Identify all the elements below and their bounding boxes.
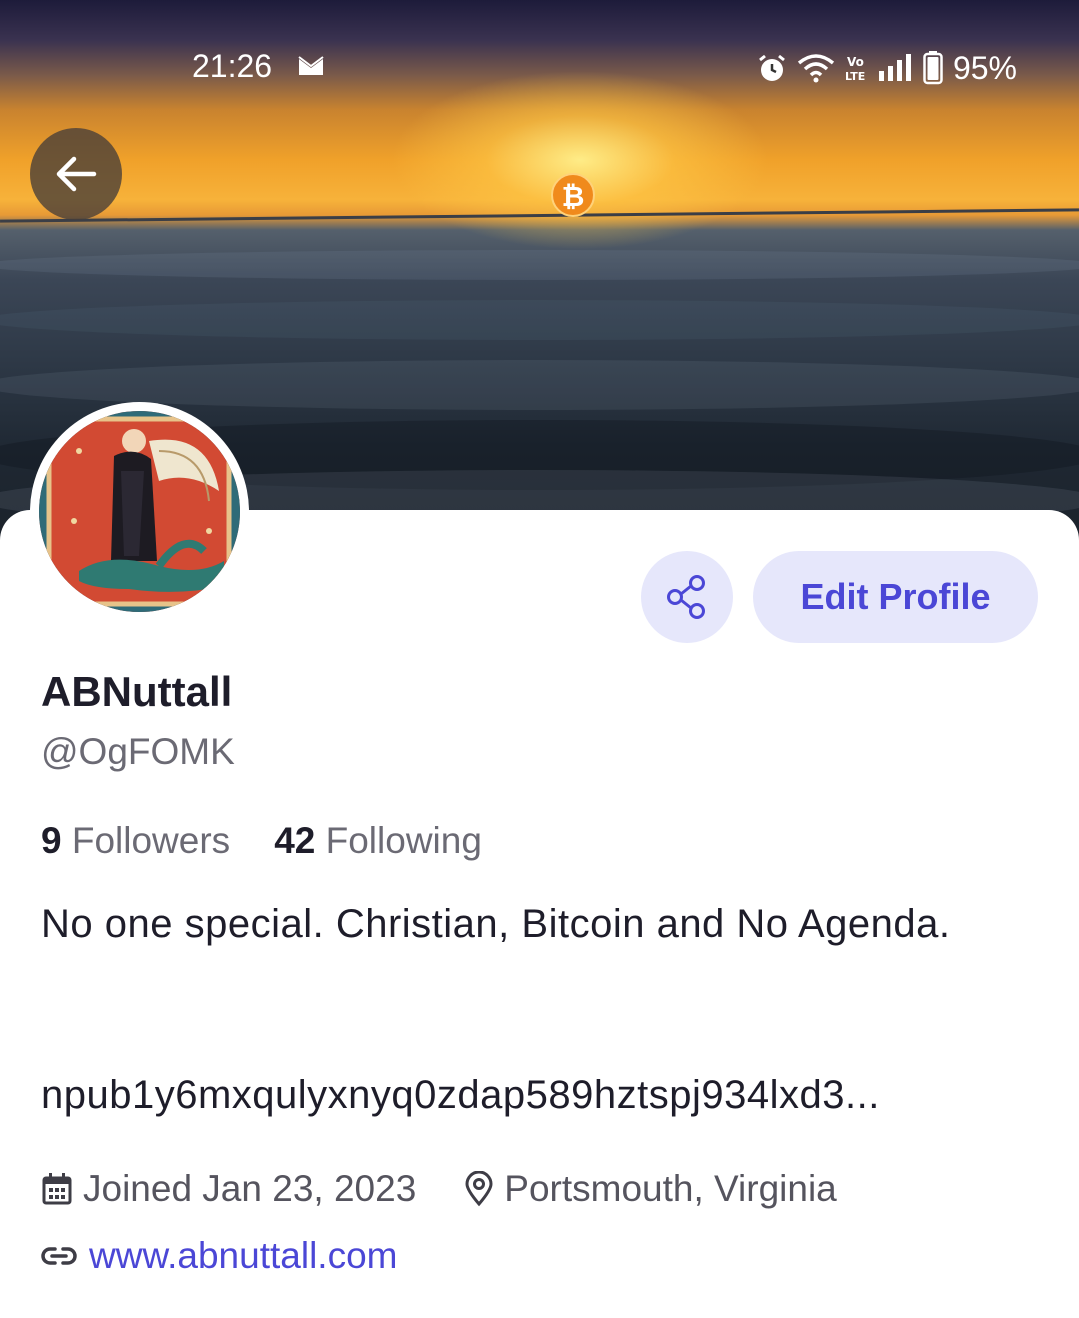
wave [0,360,1079,410]
alarm-icon [759,54,785,81]
bio-text: No one special. Christian, Bitcoin and N… [41,902,951,946]
bitcoin-icon: ₿ [551,173,595,217]
following-count: 42 [274,820,316,861]
handle: @OgFOMK [41,731,235,772]
joined-date: Joined Jan 23, 2023 [41,1168,416,1210]
wave [0,300,1079,340]
share-button[interactable] [641,551,733,643]
follow-stats: 9 Followers 42 Following [41,820,482,862]
website-row: www.abnuttall.com [41,1235,397,1277]
share-icon [667,575,705,619]
profile-meta: Joined Jan 23, 2023 Portsmouth, Virginia [41,1168,837,1210]
status-right-icons: Vo LTE 95% [757,48,1017,88]
avatar-image [39,411,240,612]
arrow-left-icon [56,156,97,192]
website-link[interactable]: www.abnuttall.com [89,1235,397,1277]
signal-icon [878,54,911,81]
followers-label: Followers [71,820,231,861]
location: Portsmouth, Virginia [464,1168,837,1210]
wave [0,250,1079,280]
volte-icon: Vo LTE [845,55,865,83]
display-name: ABNuttall [41,668,233,715]
gmail-icon [298,56,324,75]
following-link[interactable]: 42 Following [274,820,482,862]
following-label: Following [325,820,482,861]
svg-text:LTE: LTE [845,70,865,83]
avatar[interactable] [39,411,240,612]
battery-percentage: 95% [952,49,1017,86]
profile-screen: ₿ 21:26 Vo LTE 95% Edit Profile ABNuttal… [0,0,1079,1318]
sun-glow [390,70,770,250]
calendar-icon [42,1173,72,1205]
status-time: 21:26 [192,48,273,84]
battery-icon [923,51,943,85]
followers-link[interactable]: 9 Followers [41,820,230,862]
location-pin-icon [465,1171,493,1207]
location-text: Portsmouth, Virginia [504,1168,837,1209]
followers-count: 9 [41,820,62,861]
edit-profile-button[interactable]: Edit Profile [753,551,1038,643]
joined-text: Joined Jan 23, 2023 [83,1168,417,1209]
wifi-icon [797,54,835,83]
svg-text:Vo: Vo [847,55,864,69]
link-icon [41,1247,77,1265]
back-button[interactable] [30,128,122,220]
avatar-ring [30,402,249,621]
npub-text: npub1y6mxqulyxnyq0zdap589hztspj934lxd3..… [41,1073,880,1117]
